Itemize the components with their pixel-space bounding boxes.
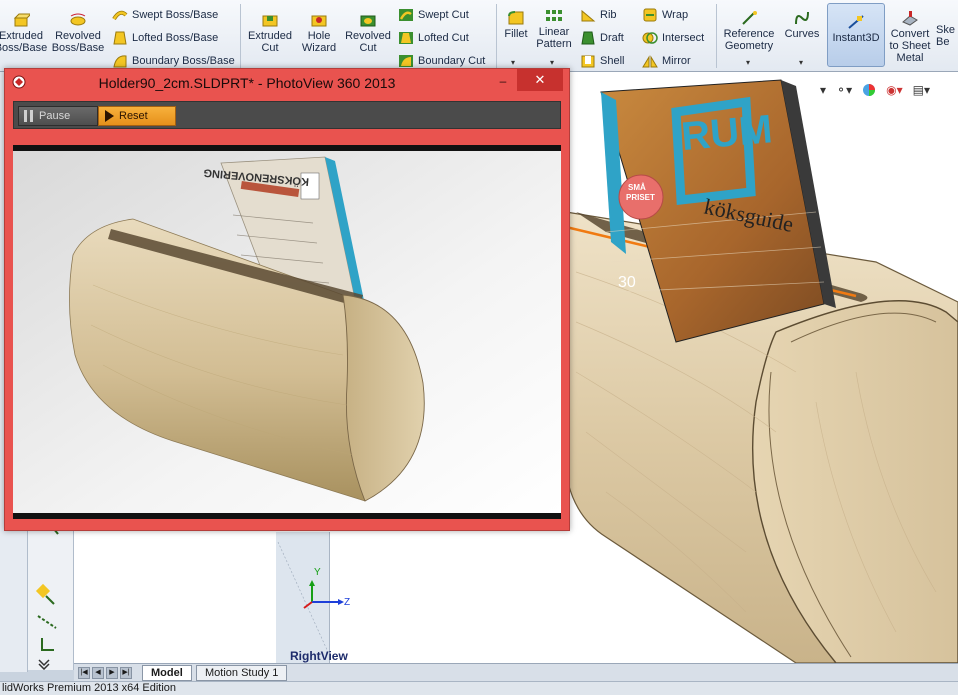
magazine-badge-line-1: SMÅ (628, 183, 646, 192)
pause-icon (24, 110, 33, 122)
linear-pattern-dropdown-arrow[interactable]: ▾ (550, 58, 554, 67)
pause-button[interactable]: Pause (18, 106, 98, 126)
axis-z-label: Z (344, 597, 351, 608)
edit-appearance-icon[interactable] (862, 83, 876, 97)
extruded-cut-button[interactable]: Extruded Cut (244, 10, 296, 54)
boundary-cut-icon (399, 55, 413, 67)
reference-geometry-icon (742, 11, 757, 25)
photoview-title: Holder90_2cm.SLDPRT* - PhotoView 360 201… (98, 75, 396, 91)
sketch-button[interactable]: Ske Be (936, 24, 958, 48)
sketch-command-column (28, 520, 74, 671)
curves-icon (795, 11, 809, 25)
revolved-cut-button[interactable]: Revolved Cut (342, 10, 394, 54)
magazine-badge-line-2: PRISET (626, 193, 655, 202)
curves-button[interactable]: Curves (780, 8, 824, 40)
view-settings-icon[interactable]: ▤▾ (913, 83, 930, 97)
linear-pattern-icon (546, 10, 562, 21)
magazine-issue-number: 30 (618, 274, 636, 291)
shell-icon (581, 55, 595, 68)
apply-scene-icon[interactable]: ◉▾ (886, 83, 903, 97)
ribbon-separator (496, 4, 497, 68)
line-icon[interactable] (37, 615, 57, 629)
lofted-cut-icon (399, 32, 413, 44)
mirror-button[interactable]: Mirror (642, 51, 691, 71)
lofted-cut-button[interactable]: Lofted Cut (398, 28, 469, 48)
feature-manager-pane (74, 520, 276, 668)
reference-geometry-button[interactable]: Reference Geometry (720, 8, 778, 52)
fillet-dropdown-arrow[interactable]: ▾ (511, 58, 515, 67)
rib-button[interactable]: Rib (580, 5, 617, 25)
photoview-render-canvas: KÖKSRENOVERING (13, 145, 561, 519)
reset-button[interactable]: Reset (98, 106, 176, 126)
fillet-icon (508, 11, 524, 25)
extruded-boss-button[interactable]: Extruded Boss/Base (0, 10, 48, 54)
close-button[interactable]: ✕ (517, 69, 563, 91)
status-text: lidWorks Premium 2013 x64 Edition (2, 682, 177, 694)
rib-icon (581, 9, 596, 22)
magazine-title: RUM (680, 107, 775, 159)
extrude-icon (13, 13, 30, 27)
boundary-boss-icon (113, 55, 127, 68)
instant3d-icon (848, 15, 864, 29)
mirror-icon (642, 55, 658, 68)
status-bar: lidWorks Premium 2013 x64 Edition (0, 681, 958, 695)
swept-boss-icon (112, 10, 128, 21)
hole-wizard-button[interactable]: Hole Wizard (296, 10, 342, 54)
intersect-icon (642, 32, 658, 44)
wrap-button[interactable]: Wrap (642, 5, 688, 25)
swept-cut-button[interactable]: Swept Cut (398, 5, 469, 25)
last-tab-arrow[interactable]: ▶| (120, 667, 132, 679)
sheet-metal-icon (902, 11, 918, 26)
swept-cut-icon (399, 9, 413, 21)
intersect-button[interactable]: Intersect (642, 28, 704, 48)
play-icon (105, 110, 114, 122)
minimize-button[interactable]: – (489, 72, 517, 92)
fillet-button[interactable]: Fillet (500, 8, 532, 40)
draft-icon (581, 31, 595, 45)
ribbon-separator (240, 4, 241, 68)
next-tab-arrow[interactable]: ▶ (106, 667, 118, 679)
revolved-boss-button[interactable]: Revolved Boss/Base (50, 10, 106, 54)
draft-button[interactable]: Draft (580, 28, 624, 48)
render-preview: KÖKSRENOVERING (13, 145, 561, 519)
revolve-icon (70, 13, 86, 26)
display-style-icon[interactable]: ▾ (820, 83, 826, 97)
wrap-icon (643, 8, 657, 22)
lofted-boss-button[interactable]: Lofted Boss/Base (112, 28, 218, 48)
curves-dropdown-arrow[interactable]: ▾ (799, 58, 803, 67)
shell-button[interactable]: Shell (580, 51, 624, 71)
hide-show-items-icon[interactable]: ⚬▾ (836, 83, 852, 97)
photoview-window: Holder90_2cm.SLDPRT* - PhotoView 360 201… (4, 68, 570, 531)
prev-tab-arrow[interactable]: ◀ (92, 667, 104, 679)
view-orientation-label: RightView (290, 649, 348, 663)
swept-boss-button[interactable]: Swept Boss/Base (112, 5, 218, 25)
photoview-toolbar: Pause Reset (13, 101, 561, 129)
convert-to-sheet-metal-button[interactable]: Convert to Sheet Metal (888, 8, 932, 64)
instant3d-button[interactable]: Instant3D (827, 3, 885, 67)
axis-y-label: Y (314, 567, 321, 578)
reference-geometry-dropdown-arrow[interactable]: ▾ (746, 58, 750, 67)
axis-triad-icon[interactable] (41, 638, 54, 651)
model-tab-bar: |◀ ◀ ▶ ▶| Model Motion Study 1 (74, 663, 958, 681)
tab-motion-study-1[interactable]: Motion Study 1 (196, 665, 288, 681)
hole-wizard-icon (311, 15, 327, 27)
photoview-titlebar[interactable]: Holder90_2cm.SLDPRT* - PhotoView 360 201… (5, 69, 569, 97)
first-tab-arrow[interactable]: |◀ (78, 667, 90, 679)
smart-dimension-icon[interactable] (35, 583, 55, 605)
command-manager-ribbon: Extruded Boss/Base Revolved Boss/Base Sw… (0, 0, 958, 72)
extruded-cut-icon (262, 15, 278, 27)
ribbon-separator (716, 4, 717, 68)
chevron-down-icon[interactable] (38, 659, 50, 671)
heads-up-view-toolbar: ▾ ⚬▾ ◉▾ ▤▾ (820, 80, 930, 100)
revolved-cut-icon (360, 15, 376, 27)
linear-pattern-button[interactable]: Linear Pattern (532, 6, 576, 50)
lofted-boss-icon (113, 31, 127, 45)
tab-model[interactable]: Model (142, 665, 192, 681)
